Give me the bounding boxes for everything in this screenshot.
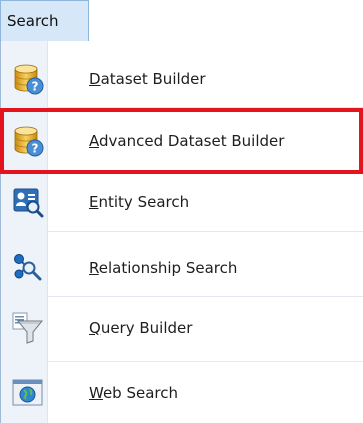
svg-text:?: ? [32,142,39,156]
menu-item-label: Advanced Dataset Builder [89,132,285,150]
funnel-icon [12,312,44,344]
menu-search[interactable]: Search [0,0,89,41]
menu-item-label: Query Builder [89,319,193,337]
entity-search-icon [12,186,44,218]
globe-icon [12,377,44,409]
menu-item-query-builder[interactable]: Query Builder [1,300,363,356]
separator [48,296,363,297]
menu-item-advanced-dataset-builder[interactable]: ? Advanced Dataset Builder [1,113,363,169]
separator [48,361,363,362]
menu-search-label: Search [7,12,59,30]
menu-bar: Search [0,0,363,42]
menu-item-label: Relationship Search [89,259,238,277]
svg-text:?: ? [32,80,39,94]
menu-item-dataset-builder[interactable]: ? Dataset Builder [1,51,363,107]
search-dropdown: ? Dataset Builder ? Advanced Dataset Bui… [0,41,363,423]
separator [48,107,363,108]
database-help-icon: ? [12,63,44,95]
separator [48,231,363,232]
menu-item-web-search[interactable]: Web Search [1,365,363,421]
menu-item-label: Entity Search [89,193,190,211]
relationship-search-icon [12,252,44,284]
database-help-icon: ? [12,125,44,157]
menu-item-label: Web Search [89,384,179,402]
menu-item-entity-search[interactable]: Entity Search [1,174,363,230]
menu-item-label: Dataset Builder [89,70,206,88]
menu-item-relationship-search[interactable]: Relationship Search [1,240,363,296]
